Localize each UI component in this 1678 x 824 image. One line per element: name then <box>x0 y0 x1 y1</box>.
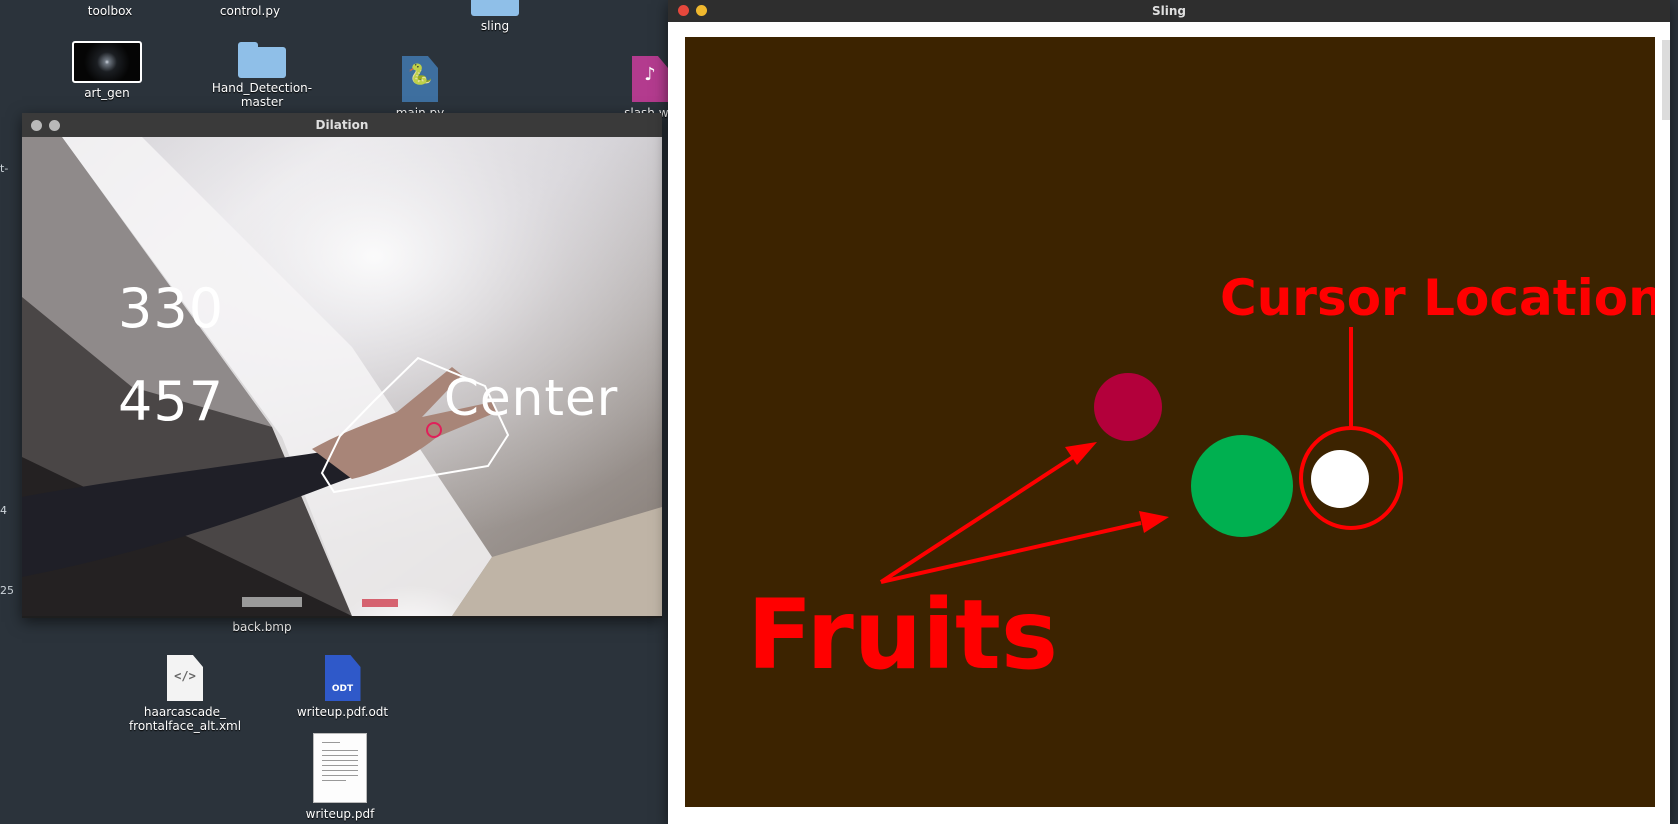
desktop-icon-writeup-odt[interactable]: ODT writeup.pdf.odt <box>290 655 395 719</box>
desktop-icon-back-bmp[interactable]: back.bmp <box>222 620 302 634</box>
desktop-icon-writeup-pdf[interactable]: writeup.pdf <box>300 733 380 821</box>
edge-text-fragment: 4 <box>0 504 7 517</box>
desktop-icon-main-py[interactable]: 🐍 main.py <box>380 56 460 120</box>
readout-y: 457 <box>118 370 225 433</box>
desktop-icon-control[interactable]: control.py <box>205 4 295 18</box>
desktop-icon-label: Hand_Detection- master <box>211 81 313 109</box>
desktop-icon-haarcascade[interactable]: </> haarcascade_ frontalface_alt.xml <box>120 655 250 733</box>
desktop-icon-sling[interactable]: sling <box>455 0 535 33</box>
image-thumbnail-icon <box>72 41 142 83</box>
pdf-thumbnail-icon <box>313 733 367 803</box>
fruit-arrow-red <box>879 455 1075 584</box>
fruits-label: Fruits <box>747 579 1059 691</box>
dilation-titlebar[interactable]: Dilation <box>22 113 662 137</box>
fruit-arrow-green <box>880 521 1142 584</box>
python-file-icon: 🐍 <box>402 56 438 102</box>
code-file-icon: </> <box>167 655 203 701</box>
edge-text-fragment: t- <box>0 162 9 175</box>
music-file-icon: ♪ <box>632 56 668 102</box>
camera-feed: 330 457 Center <box>22 137 662 616</box>
desktop-icon-hand-detection[interactable]: Hand_Detection- master <box>207 42 317 109</box>
annotation-overlay <box>879 327 1403 584</box>
game-canvas[interactable]: Cursor Location Fruits <box>685 37 1655 807</box>
window-title: Dilation <box>315 118 369 132</box>
desktop-icon-label: back.bmp <box>232 620 292 634</box>
sling-window[interactable]: Sling Cursor Location Fruits <box>668 0 1670 824</box>
sling-titlebar[interactable]: Sling <box>668 0 1670 22</box>
cursor-location-label: Cursor Location <box>1220 269 1655 327</box>
desktop-icon-label: control.py <box>219 4 281 18</box>
cursor-dot <box>1311 450 1369 508</box>
desktop-icon-art-gen[interactable]: art_gen <box>67 41 147 100</box>
desktop-icon-label: writeup.pdf <box>305 807 375 821</box>
dilation-window[interactable]: Dilation 330 457 Center <box>22 113 662 618</box>
readout-x: 330 <box>118 277 225 340</box>
window-title: Sling <box>1151 4 1186 18</box>
desktop-icon-toolbox[interactable]: toolbox <box>70 4 150 18</box>
fruit-green <box>1191 435 1293 537</box>
scrollbar-track[interactable] <box>1662 40 1670 120</box>
folder-icon <box>471 0 519 16</box>
edge-text-fragment: 25 <box>0 584 14 597</box>
desktop-icon-label: toolbox <box>87 4 133 18</box>
fruit-red <box>1094 373 1162 441</box>
folder-icon <box>238 42 286 78</box>
desktop-icon-label: writeup.pdf.odt <box>296 705 389 719</box>
desktop-icon-label: sling <box>480 19 510 33</box>
fruit-arrow-red-head <box>1065 442 1097 465</box>
center-label: Center <box>444 369 619 427</box>
fruit-arrow-green-head <box>1139 511 1169 533</box>
odt-file-icon: ODT <box>324 655 361 701</box>
desktop-icon-label: art_gen <box>84 86 130 100</box>
desktop-icon-label: haarcascade_ frontalface_alt.xml <box>128 705 242 733</box>
